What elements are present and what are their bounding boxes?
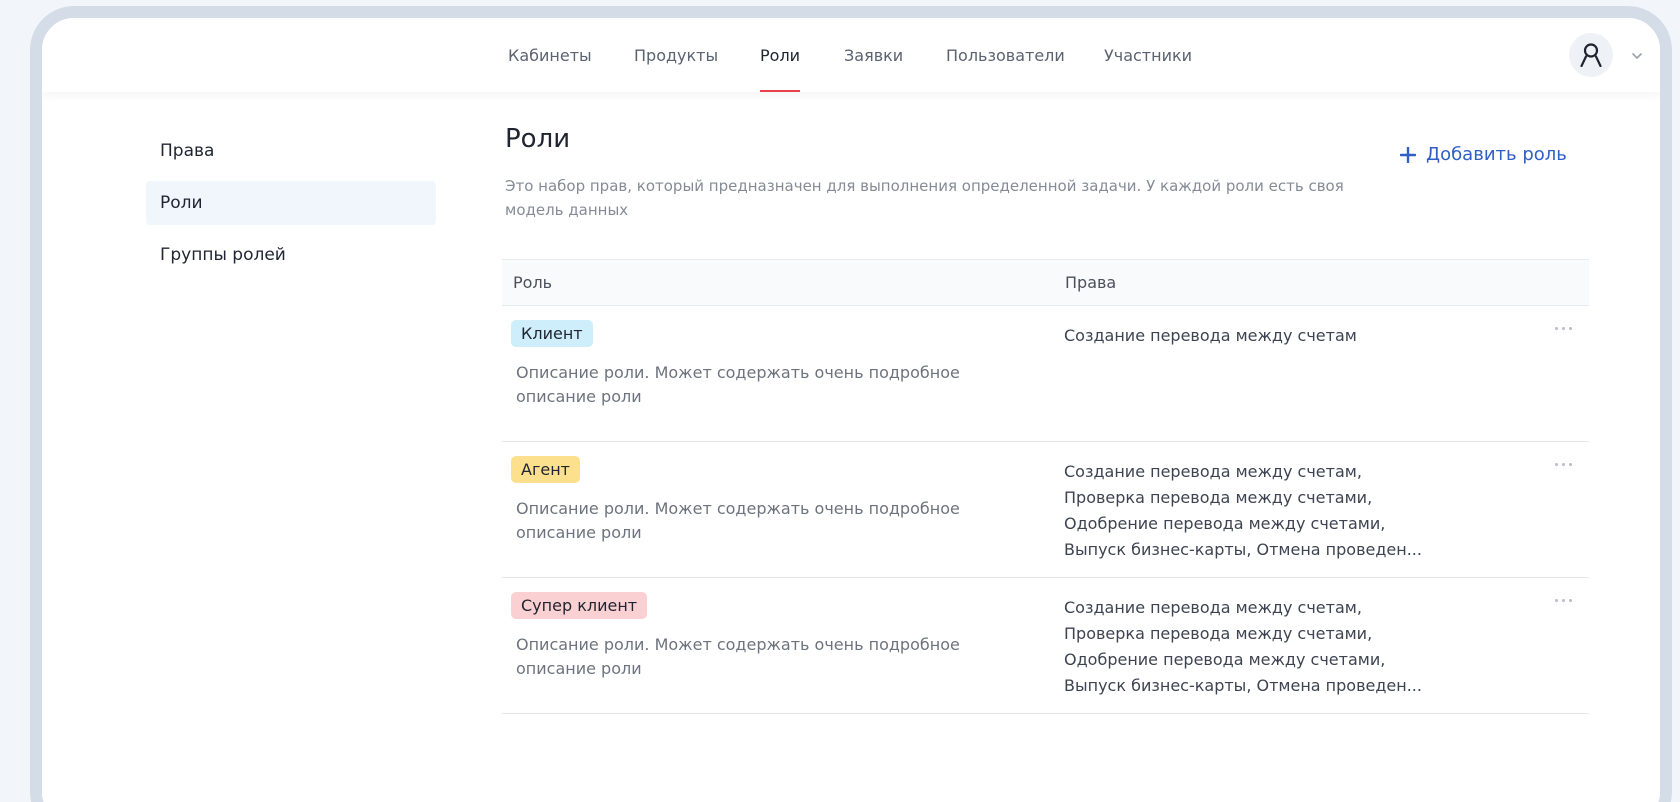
add-role-button[interactable]: Добавить роль: [1400, 144, 1567, 165]
tab-participants[interactable]: Участники: [1104, 18, 1192, 92]
tab-cabinets[interactable]: Кабинеты: [508, 18, 592, 92]
right-item: Проверка перевода между счетами,: [1064, 488, 1373, 507]
sidebar-item-label: Права: [160, 141, 215, 161]
more-horizontal-icon[interactable]: [1548, 318, 1578, 338]
more-horizontal-icon[interactable]: [1548, 590, 1578, 610]
sidebar-item-label: Группы ролей: [160, 245, 286, 265]
role-rights: Создание перевода между счетам: [1064, 323, 1444, 349]
role-rights: Создание перевода между счетам, Проверка…: [1064, 459, 1444, 563]
sidebar-item-permissions[interactable]: Права: [146, 129, 436, 173]
tab-requests[interactable]: Заявки: [844, 18, 903, 92]
tab-label: Роли: [760, 45, 801, 65]
tab-label: Продукты: [634, 45, 719, 65]
tab-label: Заявки: [844, 45, 904, 65]
role-description: Описание роли. Может содержать очень под…: [516, 635, 960, 678]
app-window: Кабинеты Продукты Роли Заявки Пользовате…: [42, 18, 1660, 802]
role-badge-super-client: Супер клиент: [511, 592, 648, 619]
sidebar-item-role-groups[interactable]: Группы ролей: [146, 233, 436, 277]
tab-label: Кабинеты: [508, 45, 592, 65]
role-badge-agent: Агент: [511, 456, 580, 483]
add-role-label: Добавить роль: [1426, 144, 1567, 165]
right-item: Выпуск бизнес-карты, Отмена проведен...: [1064, 676, 1422, 695]
plus-icon: [1400, 146, 1416, 163]
right-item: Проверка перевода между счетами,: [1064, 624, 1373, 643]
table-row[interactable]: Клиент Описание роли. Может содержать оч…: [502, 306, 1589, 442]
right-item: Создание перевода между счетам,: [1064, 462, 1362, 481]
tab-roles[interactable]: Роли: [760, 18, 801, 92]
active-tab-indicator: [760, 90, 801, 92]
tab-label: Участники: [1104, 45, 1193, 65]
page-title: Роли: [505, 124, 571, 154]
column-header-role: Роль: [513, 273, 553, 292]
role-rights: Создание перевода между счетам, Проверка…: [1064, 595, 1444, 699]
right-item: Выпуск бизнес-карты, Отмена проведен...: [1064, 540, 1422, 559]
device-frame: Кабинеты Продукты Роли Заявки Пользовате…: [30, 6, 1672, 802]
tab-users[interactable]: Пользователи: [946, 18, 1065, 92]
tab-label: Пользователи: [946, 45, 1065, 65]
right-item: Одобрение перевода между счетами,: [1064, 650, 1386, 669]
more-horizontal-icon[interactable]: [1548, 454, 1578, 474]
tab-products[interactable]: Продукты: [634, 18, 718, 92]
sidebar-item-label: Роли: [160, 193, 203, 213]
sidebar-item-roles[interactable]: Роли: [146, 181, 436, 225]
table-header: Роль Права: [502, 259, 1589, 306]
table-row[interactable]: Супер клиент Описание роли. Может содерж…: [502, 578, 1589, 714]
role-badge-client: Клиент: [511, 320, 593, 347]
avatar[interactable]: [1569, 33, 1613, 77]
chevron-down-icon[interactable]: [1630, 48, 1644, 62]
page-description: Это набор прав, который предназначен для…: [505, 177, 1344, 219]
table-row[interactable]: Агент Описание роли. Может содержать оче…: [502, 442, 1589, 578]
right-item: Создание перевода между счетам,: [1064, 598, 1362, 617]
role-description: Описание роли. Может содержать очень под…: [516, 499, 960, 542]
right-item: Создание перевода между счетам: [1064, 326, 1357, 345]
column-header-rights: Права: [1065, 273, 1117, 292]
top-navigation-bar: Кабинеты Продукты Роли Заявки Пользовате…: [42, 18, 1660, 92]
role-description: Описание роли. Может содержать очень под…: [516, 363, 960, 406]
user-icon: [1580, 43, 1602, 67]
right-item: Одобрение перевода между счетами,: [1064, 514, 1386, 533]
